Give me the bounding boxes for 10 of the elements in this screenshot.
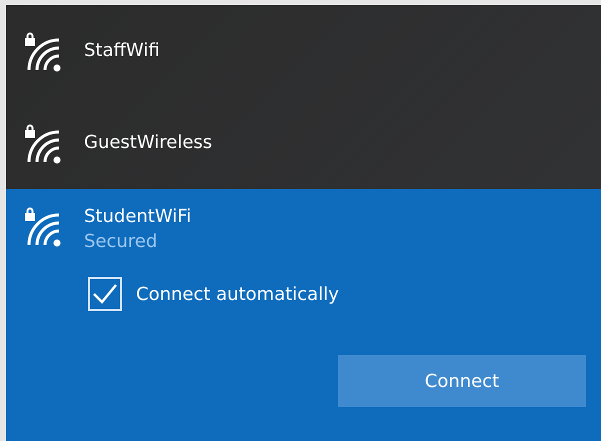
network-status: Secured: [84, 230, 158, 254]
selected-network-panel[interactable]: StudentWiFi Secured Connect automatically Connect: [6, 189, 601, 441]
network-name[interactable]: GuestWireless: [84, 131, 212, 155]
network-name[interactable]: StaffWifi: [84, 39, 160, 63]
network-row[interactable]: StaffWifi: [6, 5, 601, 97]
checkbox[interactable]: [88, 277, 122, 312]
network-name: StudentWiFi: [84, 205, 192, 228]
connect-button[interactable]: Connect: [338, 355, 586, 408]
network-row[interactable]: GuestWireless: [6, 97, 601, 189]
checkbox-label: Connect automatically: [136, 282, 339, 307]
